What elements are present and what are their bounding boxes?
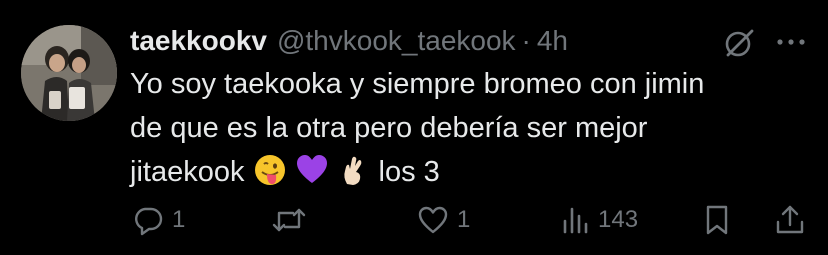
share-button[interactable]: [774, 200, 806, 240]
view-count: 143: [598, 206, 639, 233]
tweet-text: Yo soy taekooka y siempre bromeo con jim…: [130, 62, 810, 194]
reply-icon: [132, 204, 164, 236]
grok-icon[interactable]: [722, 26, 756, 60]
tweet[interactable]: taekkookv @thvkook_taekook · 4h Yo soy t…: [0, 0, 828, 255]
crossed-fingers-icon: [337, 153, 371, 187]
reply-button[interactable]: 1: [132, 200, 185, 240]
views-button[interactable]: 143: [560, 200, 638, 240]
share-icon: [774, 204, 806, 236]
heart-icon: [417, 204, 449, 236]
like-count: 1: [457, 206, 471, 233]
tweet-text-line: jitaekook los 3: [130, 150, 810, 194]
bookmark-icon: [703, 204, 731, 236]
bookmark-button[interactable]: [703, 200, 731, 240]
face-with-tongue-icon: [253, 153, 287, 187]
tweet-header: taekkookv @thvkook_taekook · 4h: [130, 24, 568, 58]
author-display-name[interactable]: taekkookv: [130, 25, 267, 57]
more-options-icon[interactable]: [774, 27, 808, 57]
repost-icon: [271, 204, 307, 236]
action-bar: 1 1 143: [130, 200, 820, 240]
tweet-text-line: Yo soy taekooka y siempre bromeo con jim…: [130, 68, 705, 100]
separator-dot: ·: [521, 25, 531, 56]
author-handle[interactable]: @thvkook_taekook: [277, 25, 516, 57]
avatar[interactable]: [21, 25, 117, 121]
tweet-text-word: los 3: [378, 156, 440, 188]
repost-button[interactable]: [271, 200, 315, 240]
purple-heart-icon: [295, 153, 329, 187]
analytics-icon: [560, 204, 590, 236]
tweet-text-line: de que es la otra pero debería ser mejor: [130, 112, 648, 144]
reply-count: 1: [172, 206, 186, 233]
tweet-timestamp[interactable]: 4h: [537, 25, 568, 57]
like-button[interactable]: 1: [417, 200, 470, 240]
tweet-text-word: jitaekook: [130, 156, 245, 188]
